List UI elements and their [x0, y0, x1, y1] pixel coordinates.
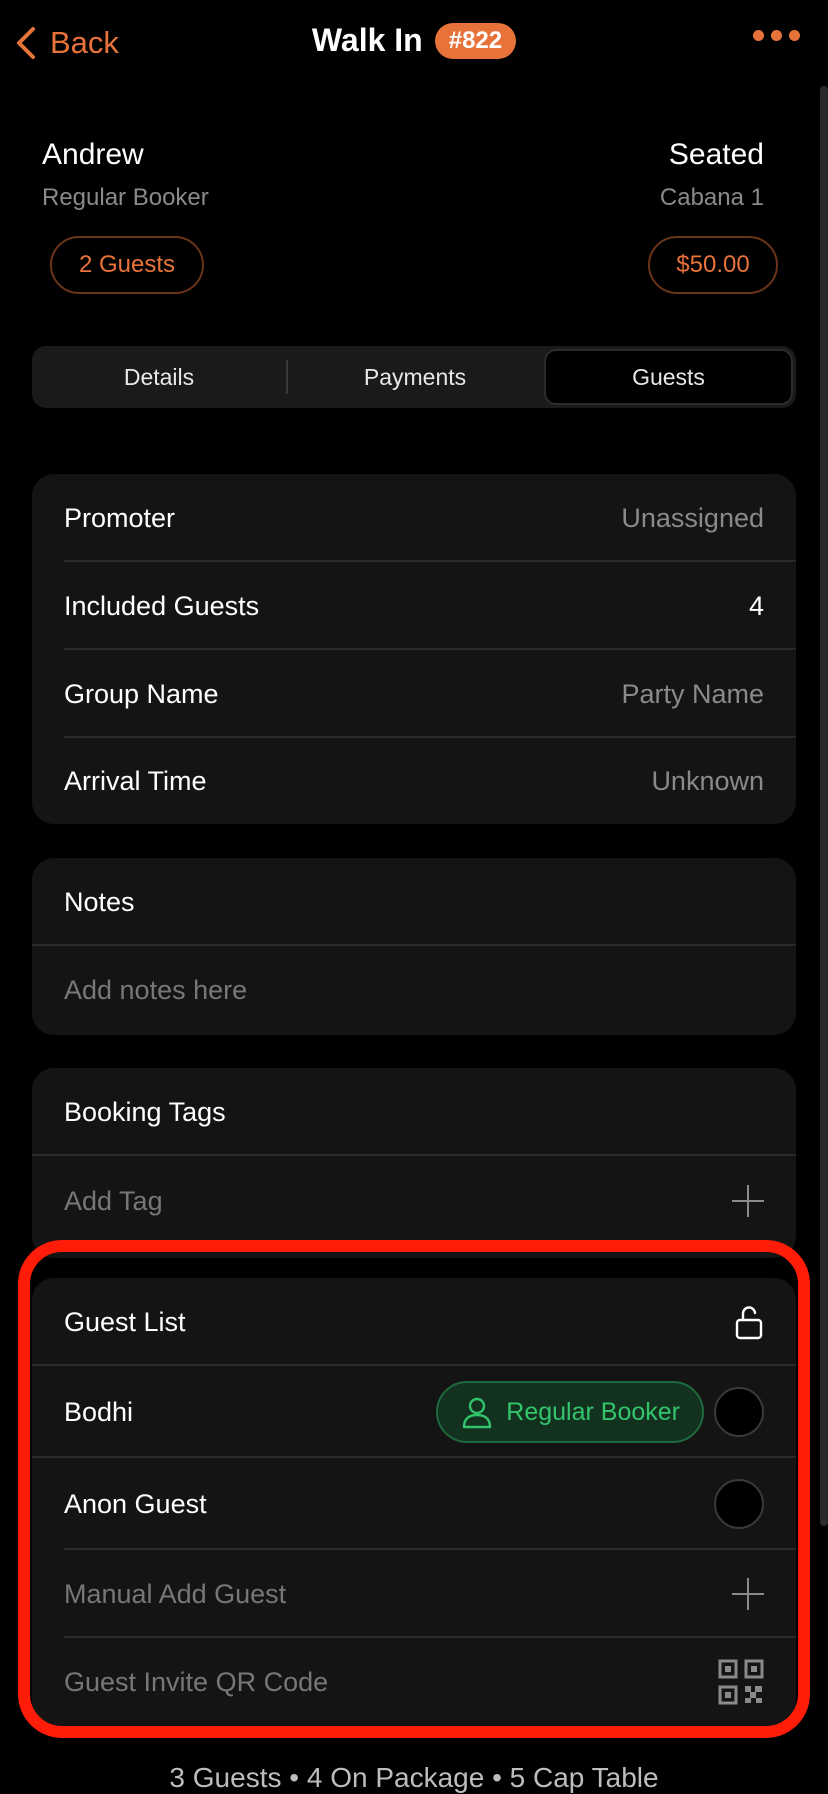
- arrival-time-row[interactable]: Arrival Time Unknown: [32, 738, 796, 824]
- location-label: Cabana 1: [659, 184, 764, 211]
- notes-input[interactable]: Add notes here: [32, 946, 796, 1035]
- included-guests-row[interactable]: Included Guests 4: [32, 562, 796, 650]
- tab-bar: Details Payments Guests: [32, 346, 796, 408]
- scrollbar[interactable]: [820, 86, 828, 1526]
- notes-card: Notes Add notes here: [32, 858, 796, 1035]
- promoter-value: Unassigned: [621, 502, 764, 533]
- booking-info-card: Promoter Unassigned Included Guests 4 Gr…: [32, 474, 796, 824]
- booking-number-badge: #822: [434, 22, 517, 59]
- arrival-time-label: Arrival Time: [64, 765, 207, 796]
- guests-pill[interactable]: 2 Guests: [50, 236, 204, 294]
- title-text: Walk In: [311, 22, 423, 58]
- tab-details[interactable]: Details: [32, 346, 286, 408]
- group-name-input[interactable]: Party Name: [621, 679, 764, 710]
- booking-tags-title: Booking Tags: [64, 1096, 226, 1127]
- status-label: Seated: [668, 138, 764, 171]
- tab-guests[interactable]: Guests: [544, 349, 793, 405]
- amount-pill[interactable]: $50.00: [648, 236, 778, 294]
- more-icon[interactable]: [753, 30, 800, 41]
- notes-placeholder: Add notes here: [64, 975, 248, 1005]
- arrival-time-value: Unknown: [651, 765, 764, 796]
- add-tag-row[interactable]: Add Tag: [32, 1156, 796, 1246]
- group-name-row[interactable]: Group Name Party Name: [32, 650, 796, 738]
- included-guests-value: 4: [748, 590, 764, 621]
- booker-name: Andrew: [42, 138, 144, 171]
- add-tag-label: Add Tag: [64, 1185, 163, 1216]
- page-title: Walk In #822: [0, 22, 828, 59]
- tab-payments[interactable]: Payments: [288, 346, 542, 408]
- highlight-annotation: [18, 1240, 810, 1738]
- included-guests-label: Included Guests: [64, 590, 260, 621]
- booking-tags-card: Booking Tags Add Tag: [32, 1068, 796, 1258]
- group-name-label: Group Name: [64, 678, 219, 709]
- booker-subtitle: Regular Booker: [42, 184, 209, 211]
- plus-icon[interactable]: [732, 1185, 764, 1217]
- notes-title: Notes: [64, 886, 135, 917]
- guest-summary-footer: 3 Guests • 4 On Package • 5 Cap Table: [169, 1762, 659, 1793]
- promoter-row[interactable]: Promoter Unassigned: [32, 474, 796, 562]
- promoter-label: Promoter: [64, 502, 176, 533]
